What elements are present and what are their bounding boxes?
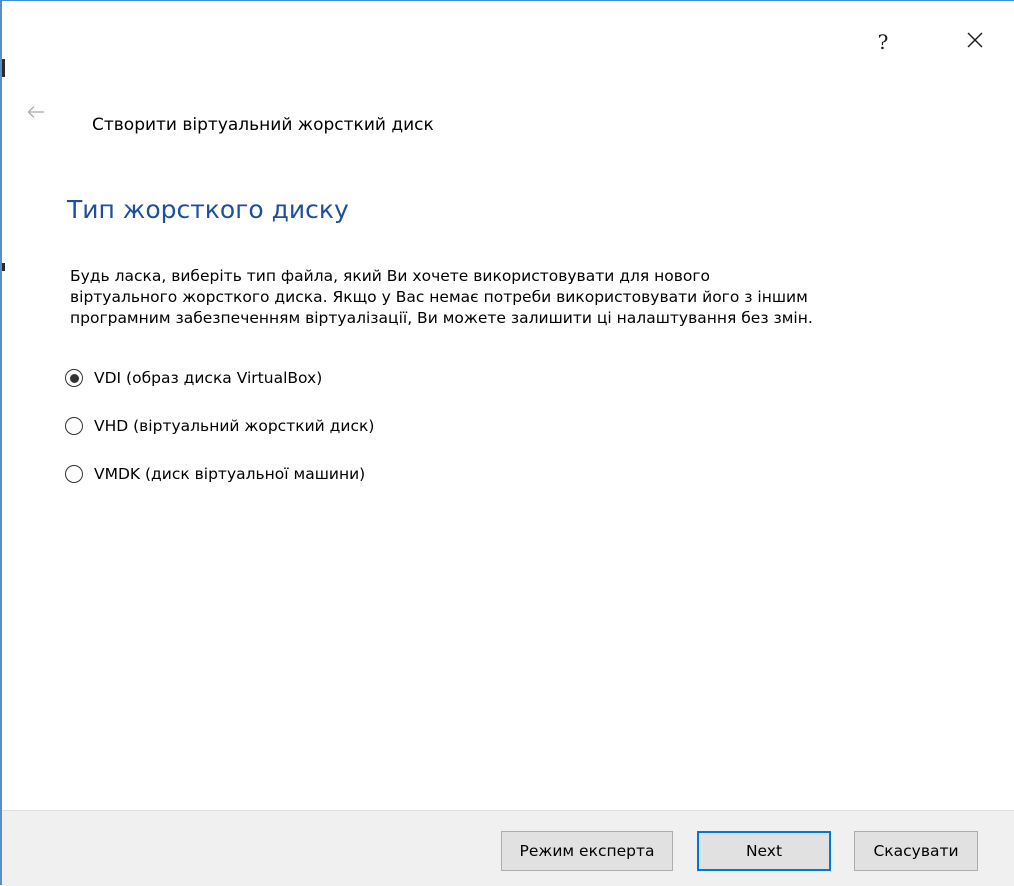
cancel-button[interactable]: Скасувати [854,831,978,871]
radio-button-unchecked[interactable] [65,465,83,483]
description-text: Будь ласка, виберіть тип файла, який Ви … [70,266,990,329]
dialog-window: ? Створити віртуальний жорсткий диск Тип… [0,0,1014,886]
back-button[interactable] [24,101,48,125]
expert-mode-button[interactable]: Режим експерта [501,831,673,871]
next-button[interactable]: Next [697,831,831,871]
window-edge-mark [2,263,5,271]
radio-option-vdi[interactable]: VDI (образ диска VirtualBox) [65,365,374,391]
radio-button-unchecked[interactable] [65,417,83,435]
radio-label-vmdk[interactable]: VMDK (диск віртуальної машини) [94,465,365,483]
radio-label-vhd[interactable]: VHD (віртуальний жорсткий диск) [94,417,374,435]
radio-option-vmdk[interactable]: VMDK (диск віртуальної машини) [65,461,374,487]
radio-button-checked[interactable] [65,369,83,387]
description-line: Будь ласка, виберіть тип файла, який Ви … [70,267,710,285]
radio-option-vhd[interactable]: VHD (віртуальний жорсткий диск) [65,413,374,439]
help-icon: ? [877,30,889,54]
radio-dot [69,373,79,383]
description-line: віртуального жорсткого диска. Якщо у Вас… [70,288,808,306]
close-button[interactable] [952,19,998,65]
description-line: програмним забезпеченням віртуалізації, … [70,309,813,327]
disk-type-radio-group: VDI (образ диска VirtualBox) VHD (віртуа… [65,365,374,509]
help-button[interactable]: ? [860,19,906,65]
page-heading: Тип жорсткого диску [67,195,349,224]
arrow-left-icon [27,104,45,123]
radio-label-vdi[interactable]: VDI (образ диска VirtualBox) [94,369,322,387]
close-icon [966,31,984,53]
wizard-title: Створити віртуальний жорсткий диск [92,115,434,135]
